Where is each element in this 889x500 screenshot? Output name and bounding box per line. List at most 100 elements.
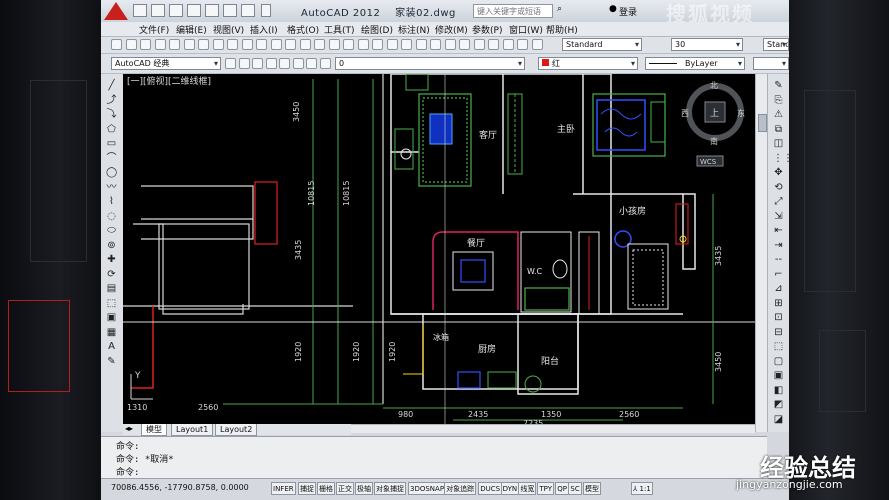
status-toggle-button[interactable]: 栅格 bbox=[317, 482, 335, 495]
toolbar-button-icon[interactable] bbox=[256, 39, 267, 50]
toolbar-button-icon[interactable] bbox=[212, 39, 224, 50]
lineweight-select[interactable] bbox=[753, 57, 789, 70]
modify-tool-icon[interactable]: ⌐ bbox=[773, 269, 784, 280]
toolbar-button-icon[interactable] bbox=[488, 39, 499, 50]
status-toggle-button[interactable]: TPY bbox=[537, 482, 555, 495]
status-toggle-button[interactable]: 对象追踪 bbox=[444, 482, 477, 495]
status-toggle-button[interactable]: 极轴 bbox=[355, 482, 373, 495]
print-icon[interactable] bbox=[205, 4, 219, 17]
toolbar-button-icon[interactable] bbox=[415, 39, 427, 50]
menu-item[interactable]: 绘图(D) bbox=[361, 23, 393, 36]
new-file-icon[interactable] bbox=[133, 4, 147, 17]
toolbar-button-icon[interactable] bbox=[270, 39, 282, 50]
layer-tool-icon[interactable] bbox=[292, 58, 304, 69]
modify-tool-icon[interactable]: ⚠ bbox=[773, 109, 784, 120]
modify-tool-icon[interactable]: ⤢ bbox=[773, 196, 784, 207]
redo-icon[interactable] bbox=[241, 4, 255, 17]
viewcube-south[interactable]: 南 bbox=[710, 136, 718, 146]
toolbar-button-icon[interactable] bbox=[198, 39, 209, 50]
toolbar-button-icon[interactable] bbox=[299, 39, 311, 50]
search-input[interactable]: 键入关键字或短语 bbox=[473, 4, 553, 18]
draw-tool-icon[interactable]: ⊚ bbox=[106, 240, 117, 251]
menu-item[interactable]: 文件(F) bbox=[139, 23, 169, 36]
modify-tool-icon[interactable]: ◫ bbox=[773, 138, 784, 149]
toolbar-button-icon[interactable] bbox=[111, 39, 122, 50]
draw-tool-icon[interactable]: ⬚ bbox=[106, 298, 117, 309]
toolbar-button-icon[interactable] bbox=[140, 39, 151, 50]
undo-icon[interactable] bbox=[223, 4, 237, 17]
toolbar-button-icon[interactable] bbox=[357, 39, 369, 50]
draw-tool-icon[interactable]: ▤ bbox=[106, 283, 117, 294]
binoculars-icon[interactable]: ⌕ bbox=[557, 4, 562, 14]
modify-tool-icon[interactable]: ✥ bbox=[773, 167, 784, 178]
status-toggle-button[interactable]: 捕捉 bbox=[298, 482, 316, 495]
modify-tool-icon[interactable]: ⇥ bbox=[773, 240, 784, 251]
scroll-thumb[interactable] bbox=[758, 114, 767, 132]
workspace-select[interactable]: AutoCAD 经典 bbox=[111, 57, 221, 70]
layer-tool-icon[interactable] bbox=[225, 58, 236, 69]
toolbar-button-icon[interactable] bbox=[502, 39, 514, 50]
menu-item[interactable]: 编辑(E) bbox=[176, 23, 207, 36]
draw-tool-icon[interactable]: ✚ bbox=[106, 254, 117, 265]
draw-tool-icon[interactable]: ⤴ bbox=[106, 95, 117, 106]
layer-select[interactable]: 0 bbox=[335, 57, 525, 70]
viewcube-north[interactable]: 北 bbox=[710, 81, 718, 90]
toolbar-button-icon[interactable] bbox=[169, 39, 180, 50]
draw-tool-icon[interactable]: ⌒ bbox=[106, 153, 117, 164]
modify-tool-icon[interactable]: ◪ bbox=[773, 414, 784, 425]
draw-tool-icon[interactable]: ◌ bbox=[106, 211, 117, 222]
modify-tool-icon[interactable]: ⇤ bbox=[773, 225, 784, 236]
toolbar-button-icon[interactable] bbox=[459, 39, 470, 50]
viewcube-east[interactable]: 东 bbox=[737, 108, 745, 118]
modify-tool-icon[interactable]: ⧉ bbox=[773, 124, 784, 135]
toolbar-button-icon[interactable] bbox=[531, 39, 543, 50]
draw-tool-icon[interactable]: ▣ bbox=[106, 312, 117, 323]
toolbar-button-icon[interactable] bbox=[372, 39, 383, 50]
toolbar-button-icon[interactable] bbox=[430, 39, 441, 50]
menu-item[interactable]: 修改(M) bbox=[435, 23, 468, 36]
menu-item[interactable]: 插入(I) bbox=[250, 23, 278, 36]
draw-tool-icon[interactable]: ▭ bbox=[106, 138, 117, 149]
draw-tool-icon[interactable]: ⌇ bbox=[106, 196, 117, 207]
autocad-logo-icon[interactable] bbox=[104, 2, 128, 20]
toolbar-button-icon[interactable] bbox=[343, 39, 354, 50]
open-file-icon[interactable] bbox=[151, 4, 165, 17]
modify-tool-icon[interactable]: ◧ bbox=[773, 385, 784, 396]
menu-item[interactable]: 标注(N) bbox=[398, 23, 430, 36]
layer-tool-icon[interactable] bbox=[265, 58, 277, 69]
coordinates-readout[interactable]: 70086.4556, -17790.8758, 0.0000 bbox=[111, 483, 249, 492]
dropdown-icon[interactable] bbox=[261, 4, 271, 17]
color-select[interactable]: 红 bbox=[538, 57, 638, 70]
toolbar-button-icon[interactable] bbox=[154, 39, 166, 50]
command-window[interactable]: 命令: 命令: *取消* 命令: bbox=[101, 436, 767, 479]
toolbar-button-icon[interactable] bbox=[517, 39, 528, 50]
status-toggle-button[interactable]: 正交 bbox=[336, 482, 354, 495]
layer-tool-icon[interactable] bbox=[279, 58, 290, 69]
draw-tool-icon[interactable]: A bbox=[106, 341, 117, 352]
toolbar-button-icon[interactable] bbox=[285, 39, 296, 50]
toolbar-button-icon[interactable] bbox=[444, 39, 456, 50]
draw-tool-icon[interactable]: ╱ bbox=[106, 80, 117, 91]
modify-tool-icon[interactable]: ⟲ bbox=[773, 182, 784, 193]
toolbar-button-icon[interactable] bbox=[183, 39, 195, 50]
save-icon[interactable] bbox=[169, 4, 183, 17]
draw-tool-icon[interactable]: 〰 bbox=[106, 182, 117, 193]
text-style-select[interactable]: Standard bbox=[562, 38, 642, 51]
layer-tool-icon[interactable] bbox=[238, 58, 250, 69]
modify-tool-icon[interactable]: ⋮⋮ bbox=[773, 153, 789, 164]
menu-item[interactable]: 视图(V) bbox=[213, 23, 244, 36]
tab-layout2[interactable]: Layout2 bbox=[215, 424, 258, 436]
tab-layout1[interactable]: Layout1 bbox=[171, 424, 214, 436]
dim-scale-select[interactable]: 30 bbox=[671, 38, 743, 51]
status-toggle-button[interactable]: 对象捕捉 bbox=[374, 482, 406, 495]
horizontal-scrollbar[interactable] bbox=[351, 424, 755, 433]
draw-tool-icon[interactable]: ⤵ bbox=[106, 109, 117, 120]
modify-tool-icon[interactable]: ⊞ bbox=[773, 298, 784, 309]
viewcube-west[interactable]: 西 bbox=[681, 109, 689, 118]
draw-tool-icon[interactable]: ◯ bbox=[106, 167, 117, 178]
menu-item[interactable]: 参数(P) bbox=[472, 23, 502, 36]
viewcube-top[interactable]: 上 bbox=[710, 108, 719, 119]
status-toggle-button[interactable]: QP bbox=[555, 482, 569, 495]
status-toggle-button[interactable]: SC bbox=[568, 482, 582, 495]
draw-tool-icon[interactable]: ⬠ bbox=[106, 124, 117, 135]
